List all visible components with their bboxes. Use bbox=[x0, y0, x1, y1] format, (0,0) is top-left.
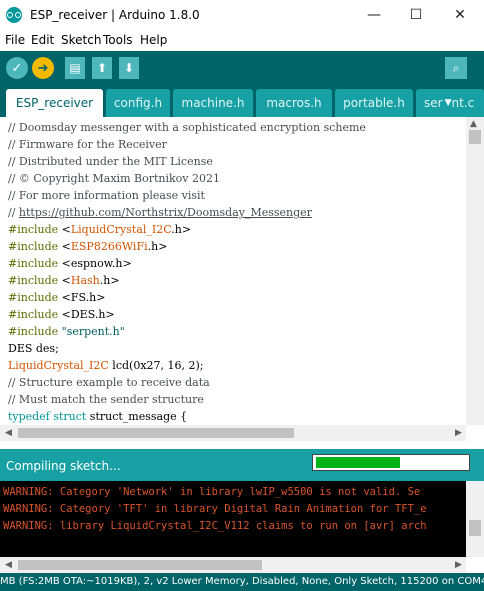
code-line: #include <espnow.h> bbox=[8, 255, 132, 272]
code-line: #include <FS.h> bbox=[8, 289, 105, 306]
open-sketch-button[interactable]: ⬆ bbox=[92, 57, 112, 79]
github-link[interactable]: https://github.com/Northstrix/Doomsday_M… bbox=[19, 206, 312, 219]
minimize-button[interactable]: — bbox=[352, 0, 396, 30]
code-line: // Firmware for the Receiver bbox=[8, 138, 167, 151]
type-name: LiquidCrystal_I2C bbox=[8, 359, 109, 372]
console-line: WARNING: Category 'Network' in library l… bbox=[3, 486, 421, 498]
close-button[interactable]: ✕ bbox=[438, 0, 482, 30]
console-line: WARNING: Category 'TFT' in library Digit… bbox=[3, 503, 427, 515]
code-line: // Must match the sender structure bbox=[8, 393, 204, 406]
include-bracket: .h> bbox=[171, 223, 192, 236]
tab-portable-h[interactable]: portable.h bbox=[335, 89, 413, 117]
code-line: LiquidCrystal_I2C lcd(0x27, 16, 2); bbox=[8, 357, 204, 374]
status-message: Compiling sketch... bbox=[6, 459, 121, 473]
include-target: <espnow.h> bbox=[58, 257, 132, 270]
code-line: #include <ESP8266WiFi.h> bbox=[8, 238, 167, 255]
code-line: #include <LiquidCrystal_I2C.h> bbox=[8, 221, 191, 238]
scroll-right-arrow-icon[interactable]: ▶ bbox=[455, 428, 462, 438]
tab-serpent-label: ser bbox=[424, 96, 443, 110]
tab-config-h[interactable]: config.h bbox=[106, 89, 170, 117]
window-title: ESP_receiver | Arduino 1.8.0 bbox=[30, 8, 200, 22]
menu-help[interactable]: Help bbox=[140, 33, 167, 47]
include-bracket: < bbox=[58, 240, 71, 253]
console-scroll-right-arrow-icon[interactable]: ▶ bbox=[455, 560, 462, 570]
code-line: // © Copyright Maxim Bortnikov 2021 bbox=[8, 172, 220, 185]
upload-button[interactable]: ➜ bbox=[32, 57, 54, 79]
library-name: Hash bbox=[70, 274, 100, 287]
code-line: #include <Hash.h> bbox=[8, 272, 120, 289]
splitter[interactable] bbox=[0, 441, 484, 449]
board-info-text: MB (FS:2MB OTA:~1019KB), 2, v2 Lower Mem… bbox=[0, 576, 484, 587]
console-vertical-scroll-thumb[interactable] bbox=[469, 520, 481, 536]
tab-serpent-suffix: nt.c bbox=[451, 96, 475, 110]
scroll-up-arrow-icon[interactable]: ▲ bbox=[470, 119, 477, 129]
scroll-left-arrow-icon[interactable]: ◀ bbox=[5, 428, 12, 438]
compile-progress-fill bbox=[316, 457, 400, 468]
include-directive: #include bbox=[8, 325, 59, 338]
tab-serpent-c[interactable]: ser ▼ nt.c bbox=[416, 89, 484, 117]
code-line: #include "serpent.h" bbox=[8, 323, 125, 340]
include-directive: #include bbox=[8, 291, 59, 304]
include-target: <FS.h> bbox=[58, 291, 106, 304]
tab-macros-h[interactable]: macros.h bbox=[256, 89, 332, 117]
maximize-button[interactable]: ☐ bbox=[394, 0, 438, 30]
code-editor[interactable]: // Doomsday messenger with a sophisticat… bbox=[0, 117, 466, 425]
code-line: // https://github.com/Northstrix/Doomsda… bbox=[8, 204, 312, 221]
comment-prefix: // bbox=[8, 206, 19, 219]
code-text: lcd(0x27, 16, 2); bbox=[108, 359, 204, 372]
include-target: <DES.h> bbox=[58, 308, 115, 321]
include-directive: #include bbox=[8, 240, 59, 253]
menu-edit[interactable]: Edit bbox=[31, 33, 54, 47]
console-scroll-left-arrow-icon[interactable]: ◀ bbox=[5, 560, 12, 570]
arduino-logo-icon bbox=[6, 7, 22, 23]
library-name: ESP8266WiFi bbox=[70, 240, 148, 253]
editor-vertical-scroll-thumb[interactable] bbox=[469, 130, 481, 144]
include-target: "serpent.h" bbox=[58, 325, 125, 338]
editor-vertical-scrollbar[interactable] bbox=[466, 117, 484, 425]
code-text: struct_message { bbox=[86, 410, 188, 423]
include-directive: #include bbox=[8, 257, 59, 270]
tab-menu-arrow-icon[interactable]: ▼ bbox=[445, 98, 452, 108]
include-directive: #include bbox=[8, 274, 59, 287]
include-bracket: < bbox=[58, 223, 71, 236]
menu-tools[interactable]: Tools bbox=[103, 33, 133, 47]
code-line: // Distributed under the MIT License bbox=[8, 155, 213, 168]
tab-esp-receiver[interactable]: ESP_receiver bbox=[6, 89, 103, 117]
include-bracket: .h> bbox=[147, 240, 168, 253]
menu-file[interactable]: File bbox=[5, 33, 25, 47]
console-line: WARNING: library LiquidCrystal_I2C_V112 … bbox=[3, 520, 427, 532]
include-bracket: < bbox=[58, 274, 71, 287]
code-line: // For more information please visit bbox=[8, 189, 205, 202]
include-directive: #include bbox=[8, 223, 59, 236]
include-directive: #include bbox=[8, 308, 59, 321]
menu-sketch[interactable]: Sketch bbox=[61, 33, 101, 47]
console-vertical-scrollbar[interactable] bbox=[466, 481, 484, 557]
keyword: struct bbox=[53, 410, 87, 423]
code-line: // Doomsday messenger with a sophisticat… bbox=[8, 121, 366, 134]
editor-horizontal-scroll-thumb[interactable] bbox=[18, 428, 294, 438]
tab-machine-h[interactable]: machine.h bbox=[173, 89, 253, 117]
code-line: // Structure example to receive data bbox=[8, 376, 210, 389]
save-sketch-button[interactable]: ⬇ bbox=[119, 57, 139, 79]
library-name: LiquidCrystal_I2C bbox=[70, 223, 172, 236]
new-sketch-button[interactable]: ▤ bbox=[65, 57, 85, 79]
code-line: #include <DES.h> bbox=[8, 306, 115, 323]
code-line: DES des; bbox=[8, 342, 59, 355]
console-horizontal-scroll-thumb[interactable] bbox=[18, 560, 262, 570]
console-output[interactable]: WARNING: Category 'Network' in library l… bbox=[0, 481, 466, 557]
include-bracket: .h> bbox=[99, 274, 120, 287]
verify-button[interactable]: ✓ bbox=[6, 57, 28, 79]
serial-monitor-button[interactable]: ⌕ bbox=[445, 57, 467, 79]
code-line: typedef struct struct_message { bbox=[8, 408, 187, 425]
keyword: typedef bbox=[8, 410, 50, 423]
